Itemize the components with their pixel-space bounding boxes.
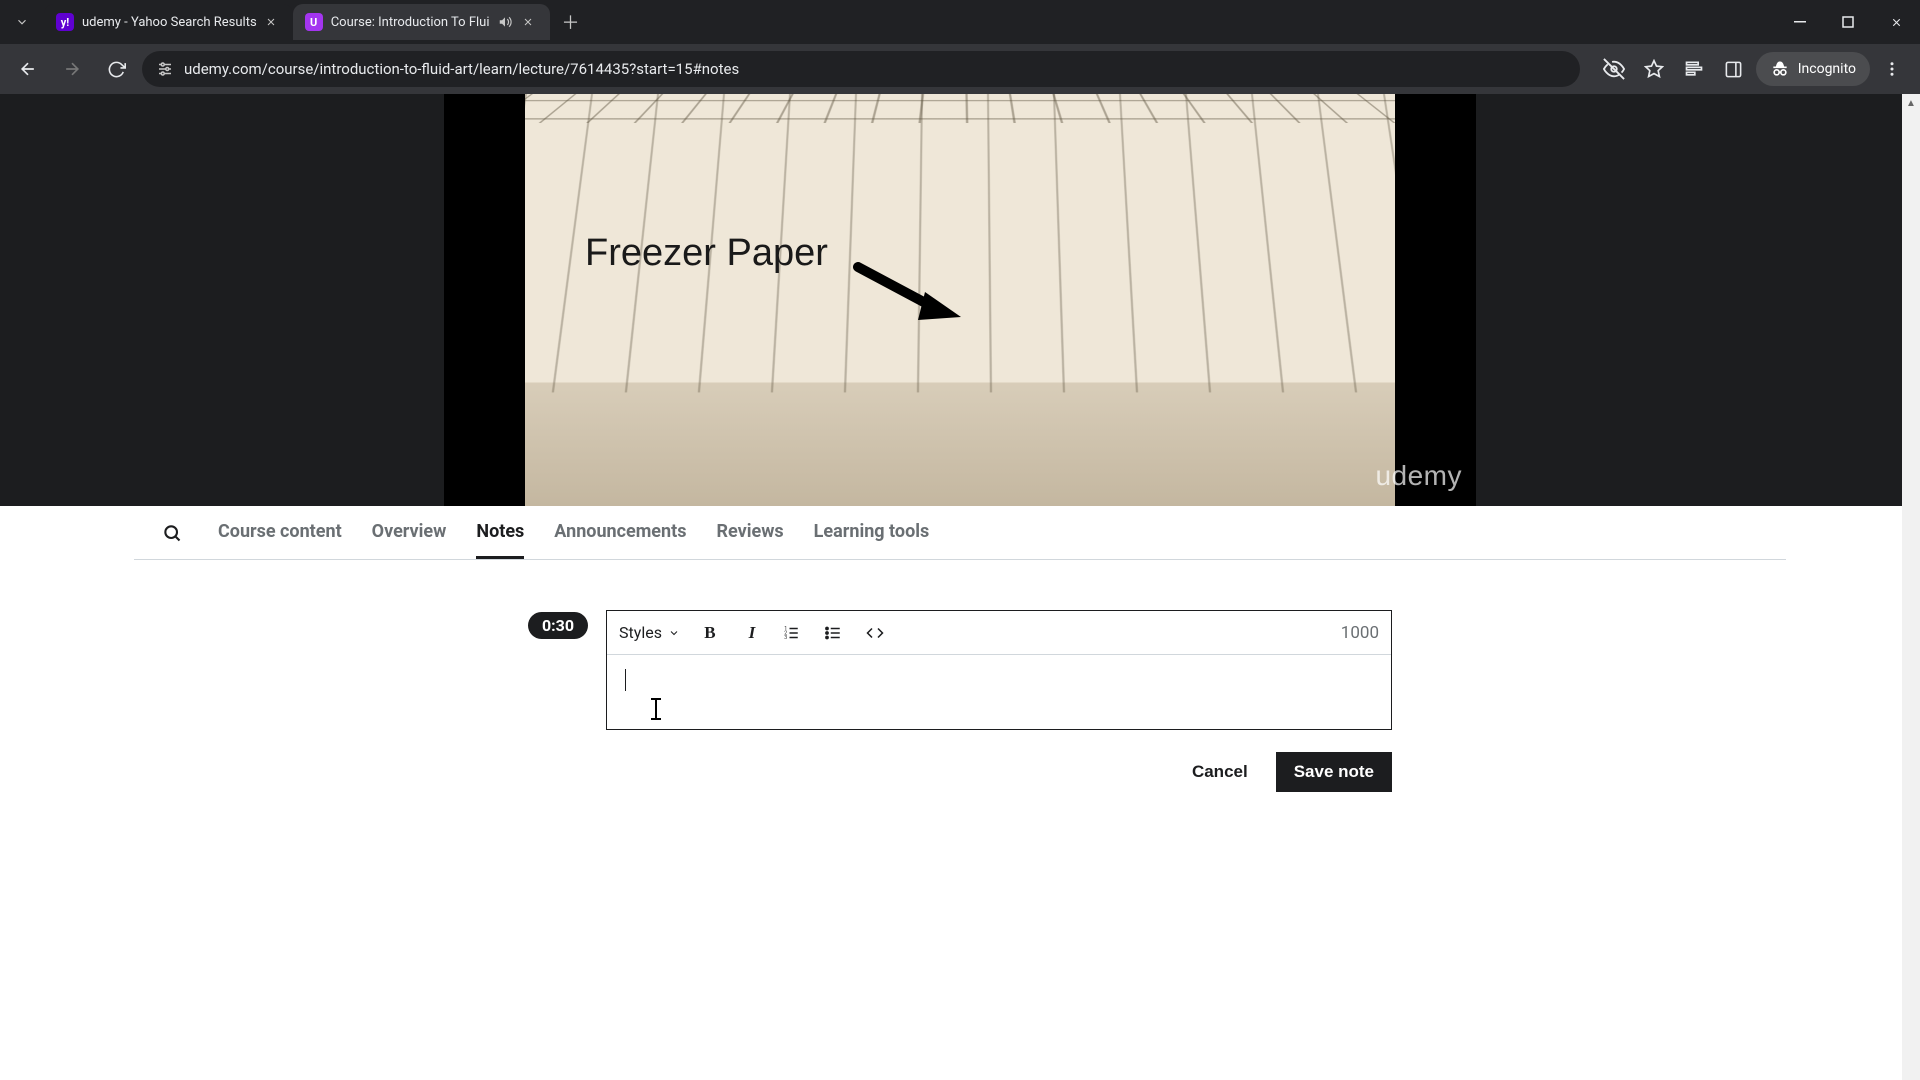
- favicon-yahoo: y!: [56, 13, 74, 31]
- bookmark-icon[interactable]: [1636, 51, 1672, 87]
- tab-overview[interactable]: Overview: [372, 506, 447, 559]
- tab-title: Course: Introduction To Flui: [331, 15, 490, 30]
- video-player-region: Freezer Paper udemy: [0, 94, 1920, 506]
- svg-text:3: 3: [784, 635, 787, 641]
- vertical-scrollbar[interactable]: ▲: [1902, 94, 1920, 1080]
- audio-icon[interactable]: [498, 15, 514, 29]
- code-button[interactable]: [866, 624, 890, 642]
- tab-announcements[interactable]: Announcements: [554, 506, 686, 559]
- kebab-menu-icon[interactable]: [1874, 51, 1910, 87]
- new-tab-button[interactable]: ＋: [556, 7, 586, 37]
- mouse-ibeam-cursor: [655, 699, 657, 719]
- maximize-button[interactable]: [1824, 0, 1872, 44]
- page-content: Freezer Paper udemy Course content Overv…: [0, 94, 1920, 1080]
- ordered-list-button[interactable]: 123: [782, 624, 806, 642]
- note-timestamp-chip[interactable]: 0:30: [528, 612, 588, 639]
- editor-toolbar: Styles B I 123 1000: [607, 611, 1391, 655]
- tab-strip: y! udemy - Yahoo Search Results U Course…: [0, 0, 1920, 44]
- char-count: 1000: [1341, 623, 1379, 643]
- bold-button[interactable]: B: [698, 623, 722, 643]
- eye-off-icon[interactable]: [1596, 51, 1632, 87]
- chevron-down-icon: [668, 627, 680, 639]
- toolbar-actions: Incognito: [1596, 51, 1910, 87]
- styles-dropdown[interactable]: Styles: [619, 623, 680, 642]
- save-note-button[interactable]: Save note: [1276, 752, 1392, 792]
- incognito-chip[interactable]: Incognito: [1756, 52, 1870, 86]
- tab-reviews[interactable]: Reviews: [716, 506, 783, 559]
- back-button[interactable]: [10, 51, 46, 87]
- minimize-button[interactable]: [1776, 0, 1824, 44]
- incognito-label: Incognito: [1798, 61, 1856, 77]
- close-window-button[interactable]: [1872, 0, 1920, 44]
- scroll-up-arrow[interactable]: ▲: [1902, 94, 1920, 112]
- tab-title: udemy - Yahoo Search Results: [82, 15, 257, 30]
- note-actions: Cancel Save note: [606, 752, 1392, 792]
- reading-list-icon[interactable]: [1676, 51, 1712, 87]
- reload-button[interactable]: [98, 51, 134, 87]
- window-controls: [1776, 0, 1920, 44]
- note-textarea[interactable]: [607, 655, 1391, 729]
- close-icon[interactable]: [265, 16, 281, 28]
- site-settings-icon[interactable]: [156, 60, 174, 78]
- side-panel-icon[interactable]: [1716, 51, 1752, 87]
- note-editor: Styles B I 123 1000: [606, 610, 1392, 730]
- tab-udemy-course[interactable]: U Course: Introduction To Flui: [293, 4, 550, 40]
- forward-button[interactable]: [54, 51, 90, 87]
- video-watermark: udemy: [1375, 460, 1462, 492]
- tab-search-button[interactable]: [8, 8, 36, 36]
- styles-label: Styles: [619, 623, 662, 642]
- tab-learning-tools[interactable]: Learning tools: [814, 506, 930, 559]
- unordered-list-button[interactable]: [824, 624, 848, 642]
- course-tab-nav: Course content Overview Notes Announceme…: [134, 506, 1786, 560]
- browser-chrome: y! udemy - Yahoo Search Results U Course…: [0, 0, 1920, 94]
- italic-button[interactable]: I: [740, 623, 764, 643]
- tab-course-content[interactable]: Course content: [218, 506, 342, 559]
- address-bar[interactable]: udemy.com/course/introduction-to-fluid-a…: [142, 51, 1580, 87]
- cancel-button[interactable]: Cancel: [1178, 752, 1262, 792]
- tab-yahoo[interactable]: y! udemy - Yahoo Search Results: [44, 4, 293, 40]
- close-icon[interactable]: [522, 16, 538, 28]
- arrow-icon: [853, 262, 963, 322]
- browser-toolbar: udemy.com/course/introduction-to-fluid-a…: [0, 44, 1920, 94]
- notes-editor-area: 0:30 Styles B I 123: [0, 560, 1920, 792]
- url-text: udemy.com/course/introduction-to-fluid-a…: [184, 60, 1566, 78]
- search-icon[interactable]: [162, 523, 182, 543]
- video-player[interactable]: Freezer Paper udemy: [444, 94, 1476, 506]
- video-frame: Freezer Paper: [525, 94, 1395, 506]
- favicon-udemy: U: [305, 13, 323, 31]
- video-overlay-label: Freezer Paper: [585, 232, 828, 275]
- tab-notes[interactable]: Notes: [476, 506, 524, 559]
- text-caret: [625, 669, 626, 691]
